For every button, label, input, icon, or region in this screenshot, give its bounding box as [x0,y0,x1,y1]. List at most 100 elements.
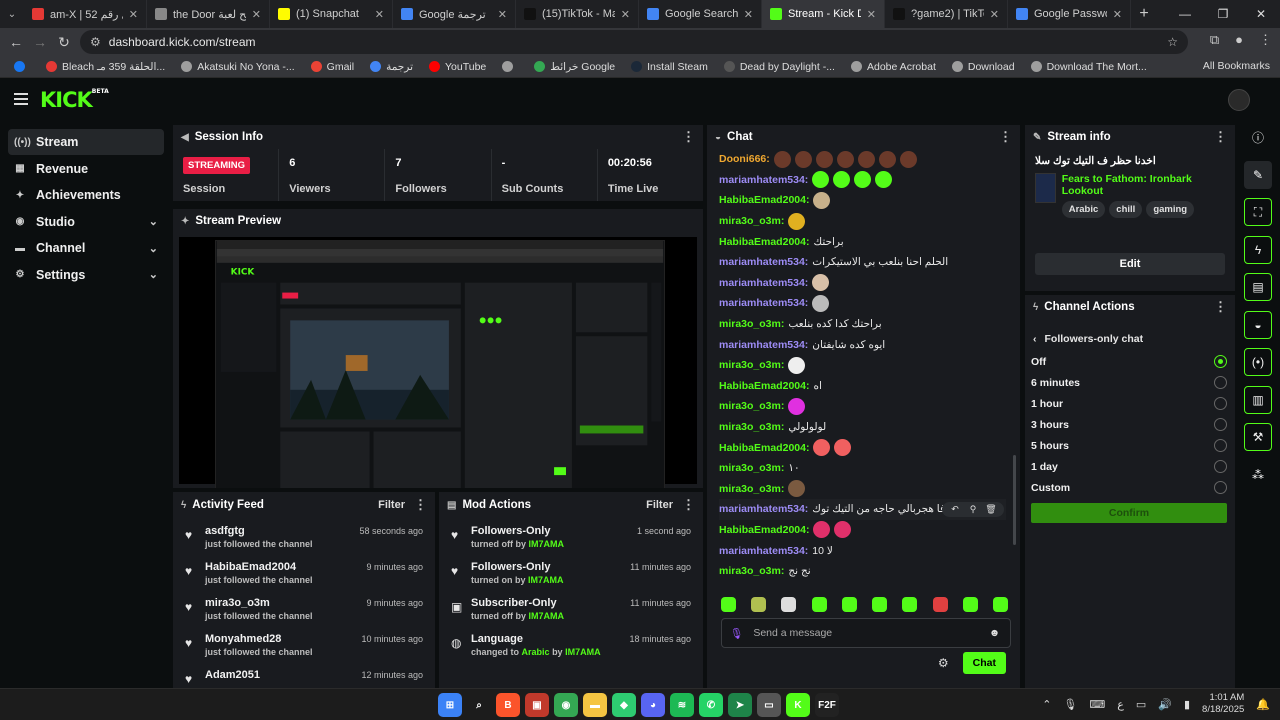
spotify-icon[interactable]: ≋ [670,693,694,717]
stream-tag[interactable]: Arabic [1061,201,1106,218]
broadcast-icon[interactable]: (•) [1244,348,1272,376]
activity-filter-button[interactable]: Filter [378,499,405,511]
bookmark-item[interactable]: Download The Mort... [1023,61,1155,73]
chat-username[interactable]: HabibaEmad2004: [719,442,809,454]
quick-emote-icon[interactable] [992,597,1008,612]
mod-action-item[interactable]: ◍ Language changed to Arabic by IM7AMA 18 m… [439,630,703,666]
notifications-icon[interactable]: 🔔 [1256,698,1270,711]
stream-tag[interactable]: chill [1109,201,1143,218]
activity-item[interactable]: ♥ HabibaEmad2004 just followed the channel… [173,558,435,594]
quick-emote-icon[interactable] [932,597,948,612]
radio-button[interactable] [1214,460,1227,473]
chat-username[interactable]: mariamhatem534: [719,277,808,289]
windows-start-icon[interactable]: ⊞ [438,693,462,717]
browser-tab[interactable]: Google Search ✕ [639,0,762,28]
user-avatar[interactable] [1228,89,1250,111]
chat-username[interactable]: mira3o_o3m: [719,400,784,412]
hamburger-menu-icon[interactable] [14,93,28,105]
emoji-picker-icon[interactable]: ☻ [989,627,1000,639]
quick-emote-icon[interactable] [781,597,797,612]
radio-button[interactable] [1214,355,1227,368]
browser-tab[interactable]: the Door توضيح لعبة ✕ [147,0,270,28]
chat-message[interactable]: mariamhatem534: [719,170,1006,191]
mod-action-item[interactable]: ♥ Followers-Only turned on by IM7AMA 11 min… [439,558,703,594]
chat-username[interactable]: Dooni666: [719,153,770,165]
bookmark-item[interactable] [6,61,38,73]
stream-preview-video[interactable]: KICK [179,237,697,488]
site-info-icon[interactable]: ⚙ [90,35,101,49]
nodes-icon[interactable]: ⁂ [1244,461,1272,489]
bookmark-star-icon[interactable]: ☆ [1167,35,1178,49]
pencil-icon[interactable]: ✎ [1244,160,1272,189]
browser-tab[interactable]: (1) Snapchat ✕ [270,0,393,28]
tab-close-icon[interactable]: ✕ [867,8,876,21]
bookmark-item[interactable]: Adobe Acrobat [843,61,944,73]
chat-message[interactable]: mira3o_o3m: [719,396,1006,417]
browser-tab[interactable]: Google Password Ma ✕ [1008,0,1131,28]
document-icon[interactable]: ▤ [1244,273,1272,301]
close-window-button[interactable]: ✕ [1242,0,1280,28]
chat-message[interactable]: HabibaEmad2004: [719,437,1006,458]
maximize-button[interactable]: ❐ [1204,0,1242,28]
chat-username[interactable]: mira3o_o3m: [719,359,784,371]
chat-username[interactable]: mira3o_o3m: [719,318,784,330]
tab-close-icon[interactable]: ✕ [498,8,507,21]
reply-icon[interactable]: ↶ [948,504,962,515]
duration-option[interactable]: 3 hours [1025,414,1235,435]
duration-option[interactable]: 5 hours [1025,435,1235,456]
monitor-icon[interactable]: ▭ [757,693,781,717]
duration-option[interactable]: Off [1025,351,1235,372]
duration-option[interactable]: 1 day [1025,456,1235,477]
followers-only-back[interactable]: ‹ Followers-only chat [1025,329,1235,349]
chat-message[interactable]: HabibaEmad2004: [719,520,1006,541]
chat-message[interactable]: Dooni666: [719,149,1006,170]
browser-tab[interactable]: (15)TikTok - Make Yo ✕ [516,0,639,28]
browser-tab[interactable]: Google ترجمة ✕ [393,0,516,28]
bookmark-item[interactable]: YouTube [421,61,494,73]
bookmark-item[interactable]: Download [944,61,1023,73]
tab-close-icon[interactable]: ✕ [744,8,753,21]
chat-username[interactable]: HabibaEmad2004: [719,380,809,392]
chat-username[interactable]: HabibaEmad2004: [719,236,809,248]
quick-emote-icon[interactable] [872,597,888,612]
mod-action-item[interactable]: ♥ Followers-Only turned off by IM7AMA 1 sec… [439,522,703,558]
tab-close-icon[interactable]: ✕ [1113,8,1122,21]
chat-username[interactable]: mariamhatem534: [719,174,808,186]
activity-item[interactable]: ♥ Adam2051 12 minutes ago [173,666,435,688]
battery-icon[interactable]: ▮ [1184,698,1190,711]
whatsapp-icon[interactable]: ✆ [699,693,723,717]
duration-option[interactable]: 1 hour [1025,393,1235,414]
reload-button[interactable]: ↻ [52,34,76,51]
radio-button[interactable] [1214,481,1227,494]
chat-message[interactable]: mariamhatem534: فا هجربالي حاجه من التيك … [719,499,1006,520]
sidebar-item-revenue[interactable]: ▦ Revenue [8,156,164,182]
mod-filter-button[interactable]: Filter [646,499,673,511]
keyboard-icon[interactable]: ⌨ [1089,698,1105,711]
microphone-tray-icon[interactable]: 🎙 [1063,698,1077,711]
chat-message[interactable]: mariamhatem534: [719,293,1006,314]
app-send-icon[interactable]: ➤ [728,693,752,717]
bookmark-item[interactable]: خرائط Google [526,61,623,73]
channel-actions-more-icon[interactable]: ⋮ [1214,299,1227,315]
chevron-down-icon[interactable]: ⌄ [149,242,158,255]
folder-icon[interactable]: ▬ [583,693,607,717]
radio-button[interactable] [1214,397,1227,410]
tab-close-icon[interactable]: ✕ [252,8,261,21]
fullscreen-icon[interactable]: ⛶ [1244,198,1272,226]
all-bookmarks-button[interactable]: All Bookmarks [1203,60,1270,72]
chat-username[interactable]: mariamhatem534: [719,339,808,351]
minimize-button[interactable]: — [1166,0,1204,28]
chat-message[interactable]: mariamhatem534: لا 10 [719,540,1006,561]
chevron-down-icon[interactable]: ⌄ [149,215,158,228]
bookmark-item[interactable]: Gmail [303,61,362,73]
chat-message[interactable]: mira3o_o3m: ١٠ [719,458,1006,479]
browser-tab[interactable]: Stream - Kick Dashb ✕ [762,0,885,28]
kick-icon[interactable]: K [786,693,810,717]
kick-logo[interactable]: KICKBETA [40,88,109,112]
chat-message[interactable]: mariamhatem534: ايوه كده شايفتان [719,334,1006,355]
new-tab-button[interactable]: + [1131,5,1157,23]
chat-settings-icon[interactable]: ⚙ [938,656,949,670]
bookmark-item[interactable] [494,61,526,73]
activity-more-icon[interactable]: ⋮ [414,497,427,513]
activity-item[interactable]: ♥ asdfgtg just followed the channel 58 seco… [173,522,435,558]
